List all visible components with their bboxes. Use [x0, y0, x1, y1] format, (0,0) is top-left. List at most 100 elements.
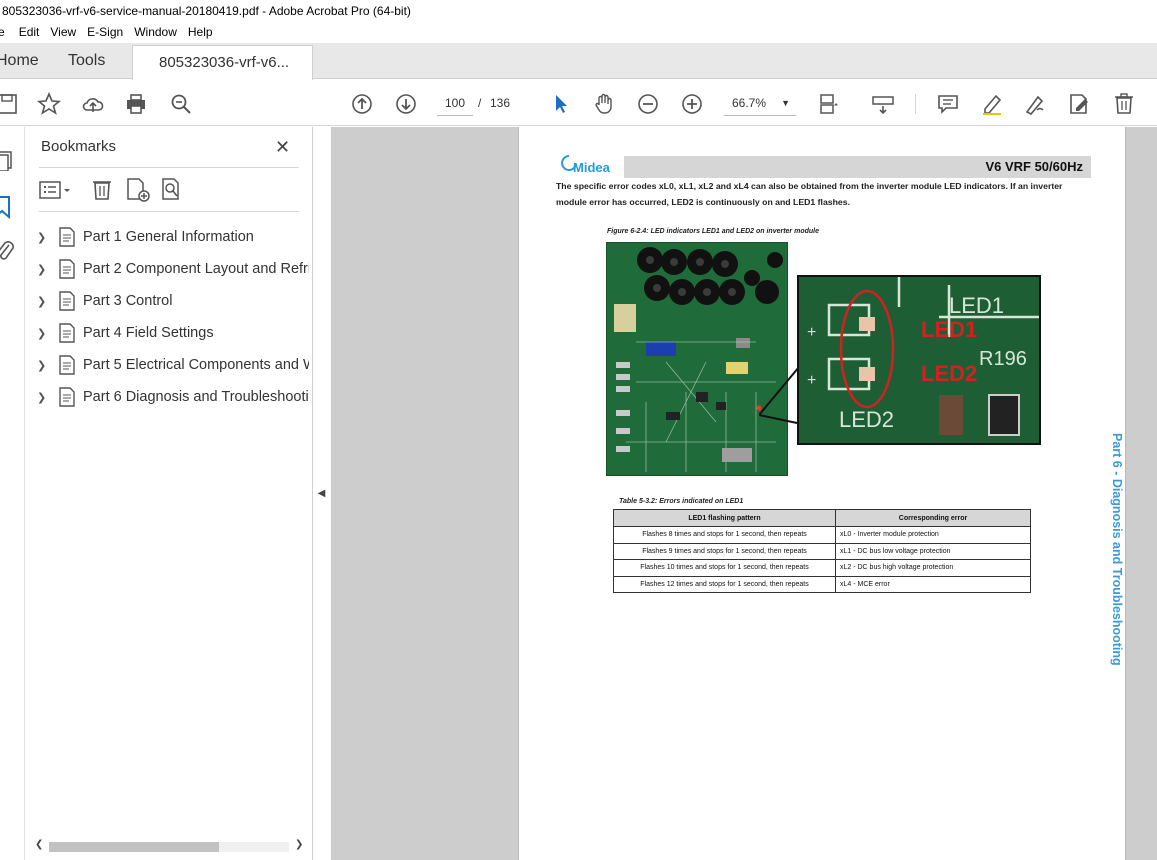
tab-document[interactable]: 805323036-vrf-v6...	[132, 45, 313, 80]
pcb-photo	[606, 242, 788, 476]
figure-caption: Figure 6-2.4: LED indicators LED1 and LE…	[607, 228, 819, 235]
section-side-label: Part 6 - Diagnosis and Troubleshooting	[1108, 433, 1128, 683]
table-row: Flashes 8 times and stops for 1 second, …	[613, 526, 1031, 544]
close-icon[interactable]: ✕	[275, 137, 290, 158]
print-icon[interactable]	[123, 91, 149, 117]
bookmark-item[interactable]: ❯ Part 4 Field Settings	[35, 317, 311, 349]
chevron-right-icon[interactable]: ❯	[37, 391, 51, 404]
scroll-left-icon[interactable]: ❮	[35, 839, 43, 850]
delete-bookmark-icon[interactable]	[91, 177, 113, 201]
led-zoom-photo: LED1 R196 LED2 + + LED1 LED2	[797, 275, 1041, 445]
bookmarks-panel: Bookmarks ✕ ❯ Part 1 General Information…	[25, 127, 313, 860]
svg-text:+: +	[807, 372, 816, 389]
table-row: Flashes 9 times and stops for 1 second, …	[613, 542, 1031, 560]
zoom-search-icon[interactable]	[168, 91, 194, 117]
scroll-right-icon[interactable]: ❯	[295, 839, 303, 850]
page-fit-icon[interactable]	[816, 91, 842, 117]
table-cell: Flashes 12 times and stops for 1 second,…	[613, 575, 836, 593]
page-number-input[interactable]: 100	[437, 90, 473, 116]
bookmark-page-icon	[59, 323, 75, 343]
zoom-out-icon[interactable]	[635, 91, 661, 117]
sign-pen-icon[interactable]	[1022, 91, 1048, 117]
page-total: 136	[490, 96, 511, 110]
menu-view[interactable]: View	[50, 22, 83, 43]
edit-document-icon[interactable]	[1066, 91, 1092, 117]
bookmark-item[interactable]: ❯ Part 6 Diagnosis and Troubleshooting	[35, 381, 311, 413]
tab-bar: Home Tools 805323036-vrf-v6...	[0, 43, 1157, 80]
table-row: Flashes 12 times and stops for 1 second,…	[613, 575, 1031, 593]
svg-text:LED2: LED2	[839, 407, 894, 432]
bookmark-list: ❯ Part 1 General Information ❯ Part 2 Co…	[35, 221, 311, 413]
table-caption: Table 5-3.2: Errors indicated on LED1	[619, 498, 744, 505]
page-thumbnails-icon[interactable]	[0, 149, 16, 172]
tab-tools[interactable]: Tools	[68, 43, 105, 79]
bookmark-page-icon	[59, 227, 75, 247]
bookmark-item[interactable]: ❯ Part 1 General Information	[35, 221, 311, 253]
bookmark-label: Part 5 Electrical Components and Wiring …	[83, 357, 309, 373]
save-icon[interactable]	[0, 91, 20, 117]
svg-text:LED1: LED1	[949, 293, 1004, 318]
options-menu-icon[interactable]	[39, 179, 73, 201]
chevron-right-icon[interactable]: ❯	[37, 295, 51, 308]
next-page-icon[interactable]	[393, 91, 419, 117]
collapse-panel-icon[interactable]: ◀	[313, 473, 330, 513]
bookmark-page-icon	[59, 259, 75, 279]
brand-logo: Midea	[573, 160, 610, 175]
side-label-text: Part 6 - Diagnosis and Troubleshooting	[1110, 433, 1124, 666]
led1-label: LED1	[921, 317, 978, 342]
bookmark-item[interactable]: ❯ Part 5 Electrical Components and Wirin…	[35, 349, 311, 381]
bookmark-label: Part 2 Component Layout and Refrigerant …	[83, 261, 309, 277]
bookmark-icon[interactable]	[0, 195, 14, 220]
star-icon[interactable]	[36, 91, 62, 117]
bookmark-item[interactable]: ❯ Part 2 Component Layout and Refrigeran…	[35, 253, 311, 285]
scrollbar-thumb[interactable]	[49, 842, 219, 852]
zoom-select[interactable]: 66.7% ▼	[724, 90, 796, 116]
page-header-title: V6 VRF 50/60Hz	[985, 159, 1083, 174]
chevron-right-icon[interactable]: ❯	[37, 263, 51, 276]
previous-page-icon[interactable]	[349, 91, 375, 117]
table-cell: Flashes 10 times and stops for 1 second,…	[613, 559, 836, 577]
menu-esign[interactable]: E-Sign	[87, 22, 130, 43]
document-viewer: ◀ V6 VRF 50/60Hz Midea The specific erro…	[313, 127, 1157, 860]
chevron-down-icon: ▼	[781, 98, 790, 108]
menu-edit[interactable]: Edit	[19, 22, 47, 43]
chevron-right-icon[interactable]: ❯	[37, 359, 51, 372]
attachment-icon[interactable]	[0, 239, 16, 263]
menu-window[interactable]: Window	[134, 22, 184, 43]
menu-help[interactable]: Help	[188, 22, 220, 43]
svg-text:+: +	[807, 324, 816, 341]
upload-cloud-icon[interactable]	[80, 91, 106, 117]
table-cell: Flashes 8 times and stops for 1 second, …	[613, 526, 836, 544]
led2-label: LED2	[921, 361, 978, 386]
chevron-right-icon[interactable]: ❯	[37, 231, 51, 244]
bookmark-page-icon	[59, 387, 75, 407]
horizontal-scrollbar[interactable]: ❮ ❯	[33, 839, 305, 853]
table-cell: xL2 - DC bus high voltage protection	[835, 559, 1031, 577]
navigation-rail	[0, 127, 25, 860]
hand-tool-icon[interactable]	[591, 91, 617, 117]
new-bookmark-icon[interactable]	[125, 177, 151, 203]
bookmark-item[interactable]: ❯ Part 3 Control	[35, 285, 311, 317]
chevron-right-icon[interactable]: ❯	[37, 327, 51, 340]
select-arrow-icon[interactable]	[548, 91, 574, 117]
page-header-bar: V6 VRF 50/60Hz	[624, 156, 1091, 178]
page-separator: /	[478, 96, 482, 110]
bookmarks-title: Bookmarks	[41, 138, 117, 155]
bookmark-label: Part 1 General Information	[83, 229, 254, 245]
find-bookmark-icon[interactable]	[160, 177, 186, 203]
bookmark-label: Part 6 Diagnosis and Troubleshooting	[83, 389, 309, 405]
keyboard-scroll-icon[interactable]	[870, 91, 896, 117]
intro-paragraph: The specific error codes xL0, xL1, xL2 a…	[556, 181, 1063, 207]
trash-icon[interactable]	[1111, 91, 1137, 117]
table-cell: xL1 - DC bus low voltage protection	[835, 542, 1031, 560]
table-row: Flashes 10 times and stops for 1 second,…	[613, 559, 1031, 577]
bookmarks-toolbar	[39, 177, 299, 203]
menu-file[interactable]: e	[0, 22, 15, 43]
bookmark-label: Part 4 Field Settings	[83, 325, 214, 341]
highlight-pen-icon[interactable]	[979, 91, 1005, 117]
table-cell: xL0 - Inverter module protection	[835, 526, 1031, 544]
tab-home[interactable]: Home	[0, 43, 56, 79]
window-title: 805323036-vrf-v6-service-manual-20180419…	[0, 0, 1157, 22]
comment-icon[interactable]	[935, 91, 961, 117]
zoom-in-icon[interactable]	[679, 91, 705, 117]
